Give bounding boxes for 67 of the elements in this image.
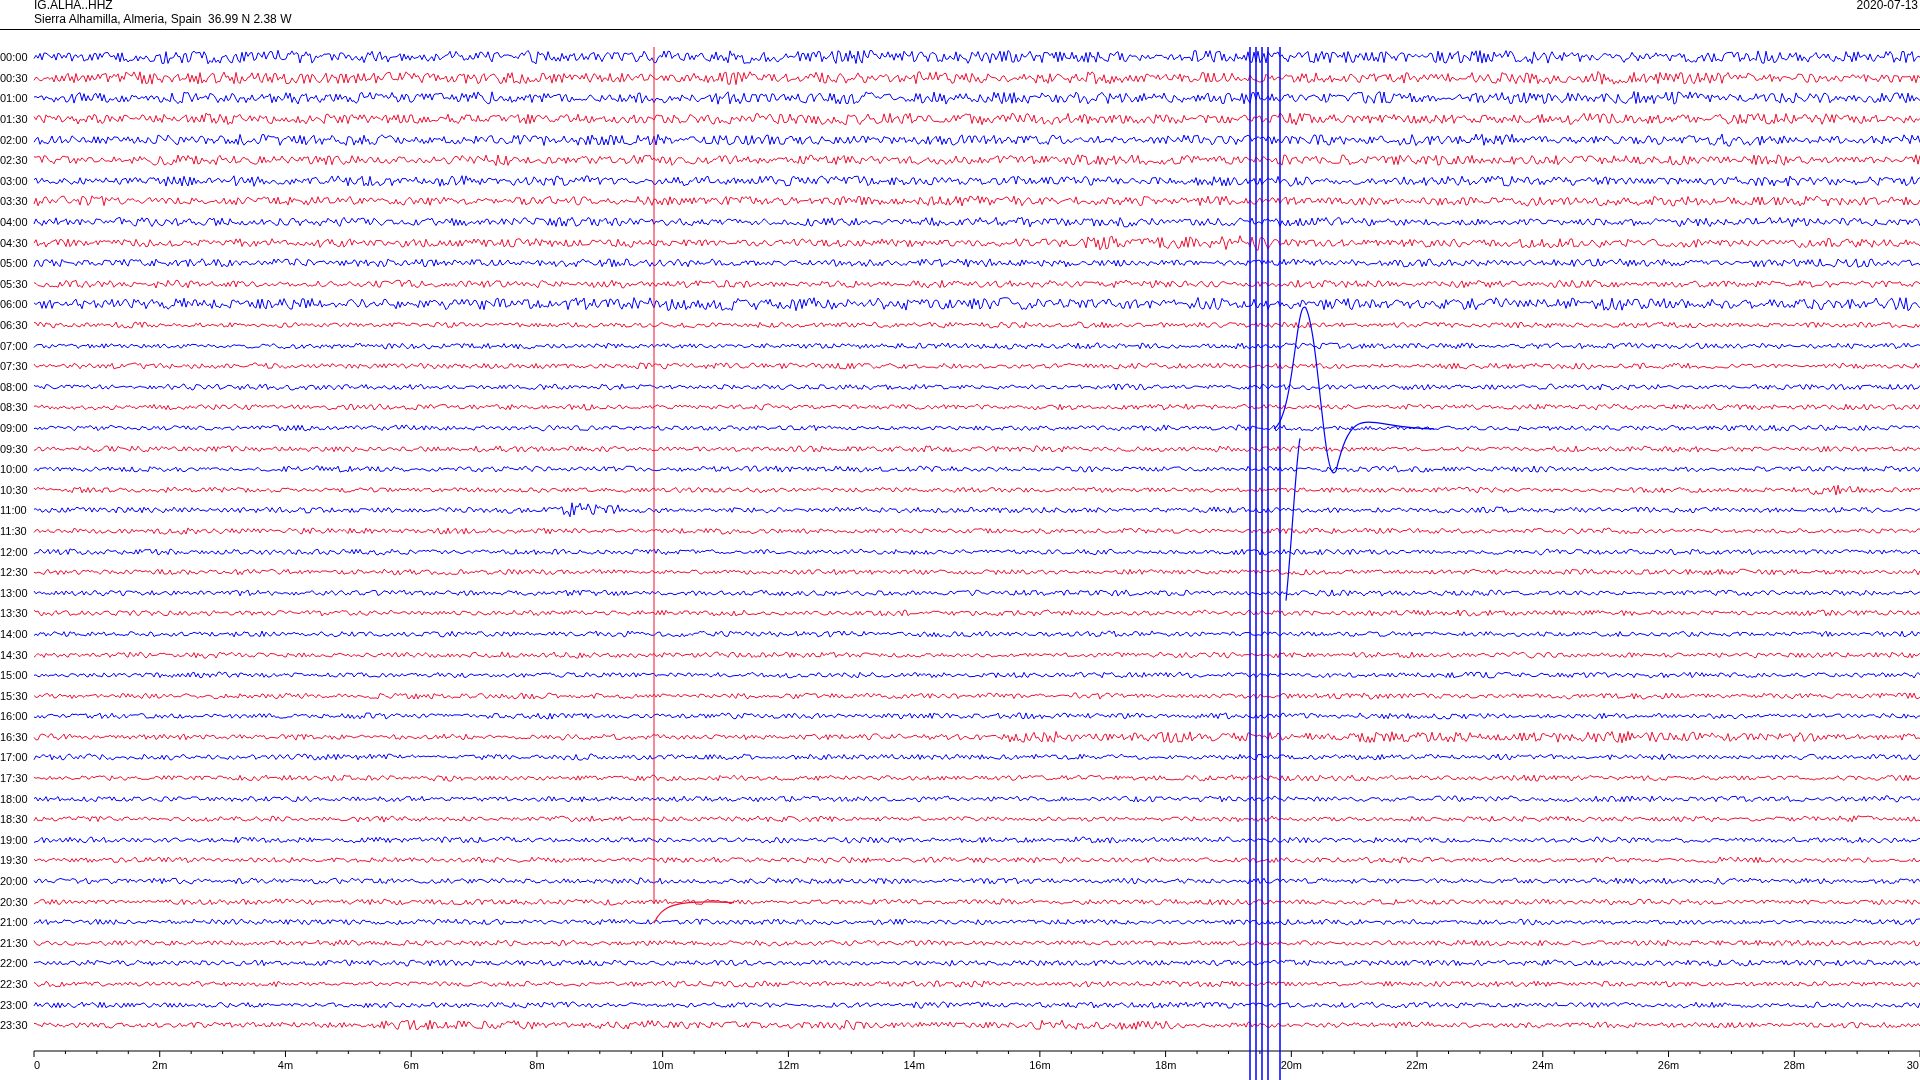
axis-tick-label: 0 [34,1058,41,1071]
hour-label: 05:30 [0,277,29,290]
hour-label: 15:30 [0,689,29,702]
hour-label: 13:30 [0,607,29,620]
axis-tick-label: 6m [403,1058,419,1071]
axis-tick-label: 2m [152,1058,168,1071]
axis-tick-label: 14m [903,1058,925,1071]
hour-label: 16:30 [0,730,29,743]
hour-label: 03:00 [0,174,29,187]
axis-tick-label: 20m [1280,1058,1303,1071]
hour-label: 09:30 [0,442,29,455]
axis-tick-label: 16m [1029,1058,1051,1071]
axis-tick-label: 28m [1783,1058,1805,1071]
hour-label: 17:30 [0,772,29,785]
hour-label: 14:00 [0,627,29,640]
hour-label: 00:00 [0,51,29,64]
hour-label: 06:30 [0,319,29,331]
hour-label: 18:00 [0,792,29,805]
hour-label: 22:30 [0,978,29,990]
hour-label: 12:30 [0,566,29,579]
hour-label: 01:00 [0,92,29,105]
axis-tick-label: 12m [777,1058,800,1071]
hour-label: 09:00 [0,422,29,434]
hour-label: 14:30 [0,648,29,661]
hour-label: 20:00 [0,875,29,888]
hour-label: 17:00 [0,751,29,764]
hour-label: 19:00 [0,833,29,846]
hour-label: 10:30 [0,483,29,496]
axis-tick-label: 22m [1406,1058,1428,1071]
hour-label: 11:00 [0,504,28,517]
plot-date: 2020-07-13 [1856,0,1918,12]
hour-label: 21:00 [0,916,29,929]
hour-label: 08:00 [0,380,29,393]
hour-label: 02:30 [0,154,29,167]
hour-label: 22:00 [0,957,29,970]
hour-label: 06:00 [0,298,29,311]
axis-tick-label: 8m [529,1058,545,1071]
hour-label: 04:30 [0,236,29,249]
station-location: Sierra Alhamilla, Almeria, Spain 36.99 N 2.38 W [34,12,292,26]
hour-label: 08:30 [0,401,29,414]
hour-label: 12:00 [0,545,29,558]
hour-label: 23:30 [0,1019,29,1032]
hour-label: 01:30 [0,113,29,126]
hour-label: 18:30 [0,813,29,826]
hour-label: 00:30 [0,71,29,84]
hour-label: 16:00 [0,710,29,723]
axis-tick-label: 24m [1532,1058,1554,1071]
hour-label: 11:30 [0,524,28,537]
hour-label: 02:00 [0,133,29,146]
hour-label: 10:00 [0,463,29,476]
axis-tick-label: 30 [1906,1058,1919,1071]
hour-label: 05:00 [0,257,29,270]
axis-tick-label: 4m [277,1058,294,1071]
hour-label: 20:30 [0,895,29,908]
hour-label: 15:00 [0,669,29,682]
hour-label: 07:00 [0,339,29,352]
hour-label: 04:00 [0,216,29,229]
hour-label: 19:30 [0,854,29,867]
hour-label: 03:30 [0,195,29,208]
axis-tick-label: 10m [651,1058,674,1071]
station-code: IG.ALHA..HHZ [34,0,113,12]
hour-label: 23:00 [0,998,29,1011]
hour-label: 13:00 [0,586,29,599]
axis-tick-label: 18m [1154,1058,1177,1071]
axis-tick-label: 26m [1657,1058,1680,1071]
hour-label: 21:30 [0,936,29,949]
hour-label: 07:30 [0,360,29,373]
